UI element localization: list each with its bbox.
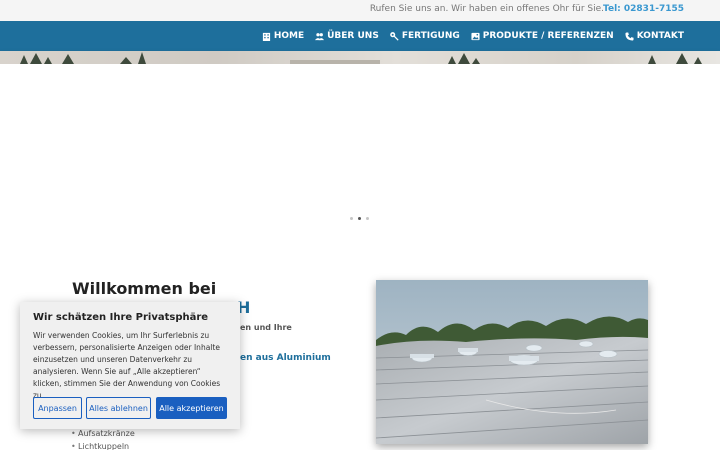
users-icon — [315, 32, 325, 40]
main-navbar: HOME ÜBER UNS FERTIGUNG PRODUKTE / REFER… — [0, 21, 720, 51]
nav-ueber-uns[interactable]: ÜBER UNS — [315, 31, 379, 41]
cookie-text: Wir verwenden Cookies, um Ihr Surferlebn… — [33, 331, 221, 400]
cookie-title: Wir schätzen Ihre Privatsphäre — [33, 312, 209, 323]
nav-produkte-referenzen[interactable]: PRODUKTE / REFERENZEN — [471, 31, 614, 41]
call-us-note: Rufen Sie uns an. Wir haben ein offenes … — [369, 4, 604, 14]
nav-kontakt-label: KONTAKT — [636, 31, 684, 41]
product-list: Aufsatzkränze Lichtkuppeln — [71, 427, 135, 450]
nav-home-label: HOME — [273, 31, 305, 41]
main-nav: HOME ÜBER UNS FERTIGUNG PRODUKTE / REFER… — [262, 21, 684, 51]
cookie-consent-dialog: Wir schätzen Ihre Privatsphäre Wir verwe… — [20, 302, 240, 429]
slider-dot[interactable] — [366, 217, 369, 220]
top-bar: Rufen Sie uns an. Wir haben ein offenes … — [0, 0, 720, 21]
slider-dot[interactable] — [350, 217, 353, 220]
nav-produkte-label: PRODUKTE / REFERENZEN — [482, 31, 614, 41]
hero-slider — [0, 51, 720, 239]
accept-all-button[interactable]: Alle akzeptieren — [156, 397, 227, 419]
nav-kontakt[interactable]: KONTAKT — [625, 31, 684, 41]
building-icon — [262, 32, 270, 41]
slider-dots — [350, 217, 369, 220]
reject-all-button[interactable]: Alles ablehnen — [86, 397, 151, 419]
hero-image-strip — [0, 51, 720, 64]
list-item: Lichtkuppeln — [71, 440, 135, 450]
nav-fertigung[interactable]: FERTIGUNG — [389, 31, 460, 41]
slider-dot-active[interactable] — [358, 217, 361, 220]
nav-ueber-uns-label: ÜBER UNS — [327, 31, 379, 41]
nav-home[interactable]: HOME — [262, 31, 304, 41]
welcome-heading: Willkommen bei — [72, 279, 217, 298]
roof-skylights-photo — [376, 280, 648, 444]
phone-link[interactable]: Tel: 02831-7155 — [603, 4, 684, 14]
customize-button[interactable]: Anpassen — [33, 397, 82, 419]
nav-fertigung-label: FERTIGUNG — [401, 31, 460, 41]
phone-icon — [625, 31, 634, 41]
image-icon — [471, 32, 480, 40]
lead-visible: en und Ihre — [240, 323, 292, 332]
wrench-icon — [389, 31, 399, 41]
